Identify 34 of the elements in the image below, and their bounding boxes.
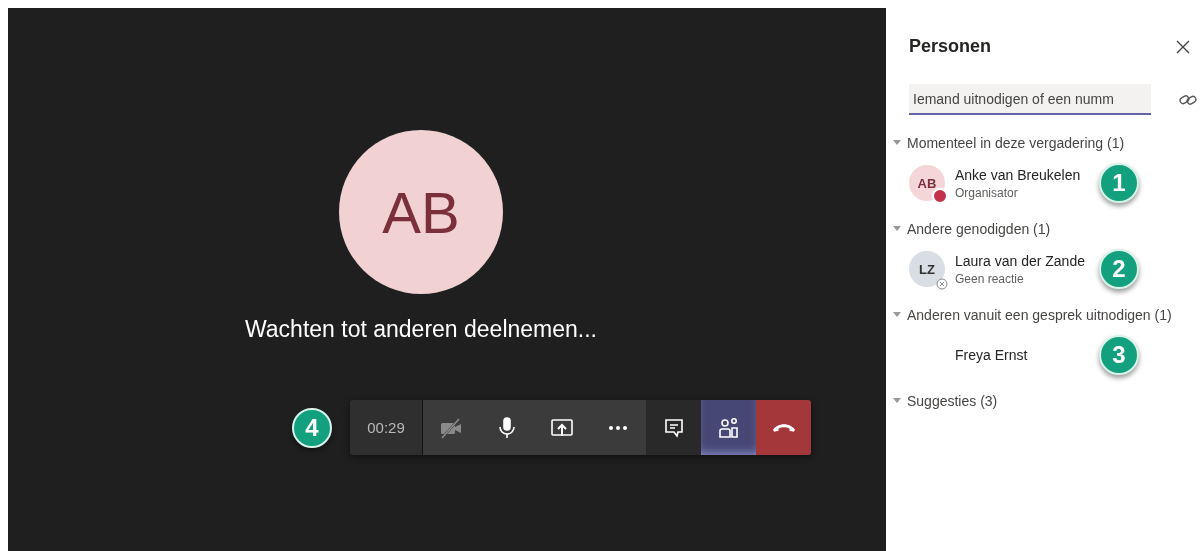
more-icon: [608, 424, 628, 431]
people-button[interactable]: [701, 400, 756, 455]
close-icon: [1176, 39, 1190, 54]
busy-status-dot: [932, 188, 948, 204]
section-header[interactable]: Andere genodigden (1): [893, 221, 1051, 237]
callout-badge: 1: [1099, 163, 1139, 203]
person-name[interactable]: Freya Ernst: [955, 347, 1028, 363]
unknown-status-icon: [936, 278, 948, 290]
close-button[interactable]: [1176, 39, 1190, 54]
person-avatar: AB: [909, 165, 945, 201]
callout-badge: 2: [1099, 249, 1139, 289]
hang-up-icon: [772, 423, 795, 432]
chat-button[interactable]: [646, 400, 701, 455]
callout-badge: 4: [292, 408, 332, 448]
person-name[interactable]: Laura van der Zande: [955, 252, 1085, 269]
person-status: Organisator: [955, 185, 1019, 200]
callout-badge: 3: [1099, 335, 1139, 375]
section-header[interactable]: Suggesties (3): [893, 393, 998, 409]
caret-down-icon: [893, 226, 901, 232]
section-header[interactable]: Anderen vanuit een gesprek uitnodigen (1): [893, 307, 1172, 323]
section-header[interactable]: Momenteel in deze vergadering (1): [893, 135, 1125, 151]
caret-down-icon: [893, 398, 901, 404]
hangup-button[interactable]: [756, 400, 811, 455]
call-timer: 00:29: [350, 400, 423, 455]
person-status: Geen reactie: [955, 271, 1025, 286]
participant-avatar: AB: [339, 130, 503, 294]
caret-down-icon: [893, 140, 901, 146]
waiting-message: Wachten tot anderen deelnemen...: [244, 316, 597, 343]
caret-down-icon: [893, 312, 901, 318]
invite-search-field[interactable]: Iemand uitnodigen of een numm: [909, 84, 1151, 115]
person-avatar: LZ: [909, 251, 945, 287]
people-icon: [716, 415, 741, 440]
person-name[interactable]: Anke van Breukelen: [955, 166, 1081, 183]
panel-title: Personen: [909, 36, 992, 57]
